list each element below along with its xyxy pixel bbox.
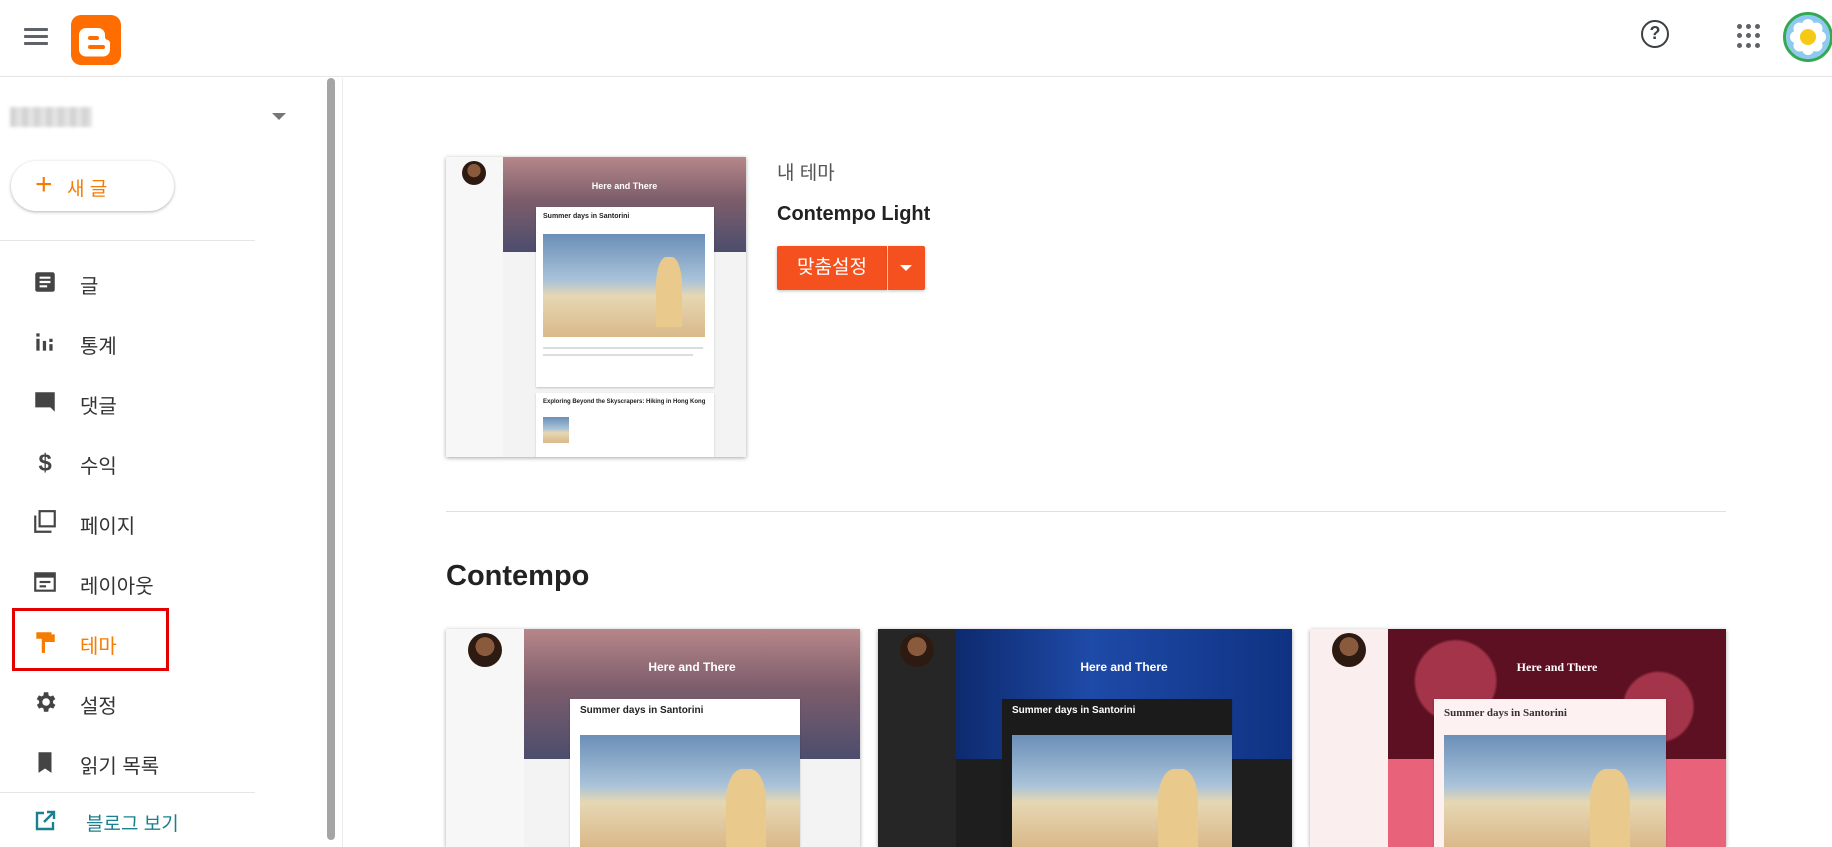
account-avatar[interactable]	[1783, 12, 1832, 62]
settings-gear-icon	[36, 692, 56, 712]
sidebar-item-comments[interactable]: 댓글	[0, 377, 255, 425]
preview-author-avatar	[900, 633, 934, 667]
hamburger-menu-icon[interactable]	[22, 25, 50, 49]
blogger-logo[interactable]	[71, 15, 121, 65]
preview-blog-title: Here and There	[1080, 660, 1168, 674]
current-theme-name: Contempo Light	[777, 203, 931, 225]
preview-tower-shape	[1590, 769, 1630, 847]
preview-text-line	[543, 354, 693, 356]
theme-highlight-box	[12, 608, 169, 671]
sidebar-item-label: 댓글	[80, 396, 117, 418]
sidebar-item-label: 레이아웃	[80, 576, 154, 598]
blogger-b-icon	[79, 28, 111, 57]
preview-post1-title: Summer days in Santorini	[1012, 705, 1136, 716]
customize-dropdown-button[interactable]	[888, 246, 925, 290]
preview-author-avatar	[468, 633, 502, 667]
sidebar-item-layout[interactable]: 레이아웃	[0, 557, 255, 605]
sidebar-item-label: 읽기 목록	[80, 756, 160, 778]
plus-icon: +	[35, 168, 53, 201]
sidebar-item-earnings[interactable]: $ 수익	[0, 437, 255, 485]
theme-thumbnail-contempo-dark[interactable]: Here and There Summer days in Santorini	[878, 629, 1292, 847]
stats-icon	[36, 333, 53, 351]
theme-thumbnail-contempo-rose[interactable]: Here and There Summer days in Santorini	[1310, 629, 1726, 847]
preview-blog-title: Here and There	[648, 660, 736, 674]
sidebar-scrollbar[interactable]	[327, 78, 335, 840]
preview-sidebar	[446, 157, 503, 457]
preview-post-photo	[580, 735, 800, 847]
view-blog-link[interactable]: 블로그 보기	[30, 805, 230, 839]
sidebar-divider	[0, 240, 255, 241]
preview-post1-title: Summer days in Santorini	[543, 213, 630, 220]
new-post-button[interactable]: + 새 글	[11, 161, 174, 211]
open-external-icon	[35, 810, 56, 831]
layout-icon	[34, 572, 56, 592]
preview-post-photo	[1012, 735, 1232, 847]
preview-blog-title: Here and There	[1516, 660, 1598, 674]
sidebar-item-label: 통계	[80, 336, 117, 358]
svg-text:$: $	[39, 450, 52, 475]
current-theme-preview[interactable]: Here and There Summer days in Santorini …	[446, 157, 746, 457]
blog-name-redacted	[10, 107, 92, 127]
blog-selector-dropdown[interactable]	[10, 103, 290, 133]
apps-grid-icon[interactable]	[1737, 24, 1761, 48]
preview-text-line	[543, 347, 703, 349]
comments-icon	[35, 392, 55, 412]
posts-icon	[35, 272, 55, 292]
sidebar-item-label: 페이지	[80, 516, 136, 538]
preview-tower-shape	[656, 257, 682, 327]
sidebar-item-posts[interactable]: 글	[0, 257, 255, 305]
preview-author-avatar	[1332, 633, 1366, 667]
help-icon[interactable]: ?	[1641, 20, 1669, 48]
customize-button[interactable]: 맞춤설정	[777, 246, 887, 290]
sidebar-item-label: 수익	[80, 456, 117, 478]
bookmark-icon	[38, 752, 52, 773]
view-blog-label: 블로그 보기	[86, 814, 179, 835]
preview-tower-shape	[726, 769, 766, 847]
preview-post-photo	[1444, 735, 1666, 847]
section-divider	[446, 511, 1726, 512]
my-theme-label: 내 테마	[777, 163, 835, 184]
content-divider	[342, 78, 343, 847]
sidebar-divider	[0, 792, 255, 793]
sidebar-item-settings[interactable]: 설정	[0, 677, 255, 725]
sidebar-item-stats[interactable]: 통계	[0, 317, 255, 365]
sidebar-item-label: 글	[80, 276, 99, 298]
preview-blog-title: Here and There	[591, 181, 658, 191]
sidebar-item-reading-list[interactable]: 읽기 목록	[0, 737, 255, 785]
theme-thumbnail-contempo-light[interactable]: Here and There Summer days in Santorini	[446, 629, 860, 847]
sidebar-item-label: 설정	[80, 696, 117, 718]
preview-post2-photo	[543, 417, 569, 443]
pages-icon	[34, 510, 56, 533]
sidebar-item-pages[interactable]: 페이지	[0, 497, 255, 545]
top-app-bar: ?	[0, 0, 1832, 77]
new-post-label: 새 글	[67, 179, 108, 200]
preview-post1-title: Summer days in Santorini	[1444, 707, 1567, 719]
earnings-icon: $	[39, 450, 52, 475]
theme-section-title: Contempo	[446, 560, 590, 592]
preview-author-avatar	[462, 161, 486, 185]
flower-avatar-icon	[1786, 15, 1830, 59]
preview-post1-title: Summer days in Santorini	[580, 705, 704, 716]
chevron-down-icon	[272, 113, 286, 120]
preview-post2-title: Exploring Beyond the Skyscrapers: Hiking…	[543, 399, 706, 405]
preview-tower-shape	[1158, 769, 1198, 847]
